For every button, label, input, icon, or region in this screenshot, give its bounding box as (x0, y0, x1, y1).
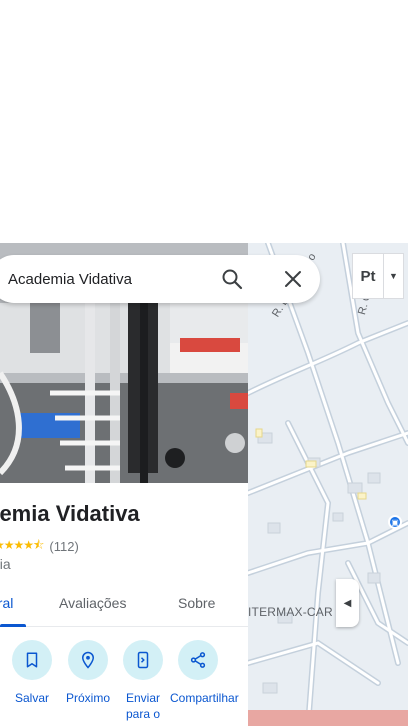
map-roads (248, 243, 408, 726)
tab-reviews[interactable]: Avaliações (59, 595, 126, 611)
bookmark-icon (26, 652, 38, 668)
send-label: Enviar para o (125, 691, 161, 721)
nearby-button-circle[interactable] (68, 640, 108, 680)
share-button[interactable]: Compartilhar (170, 640, 239, 706)
nearby-button[interactable]: Próximo (62, 640, 114, 706)
nearby-icon (81, 651, 95, 669)
rating-count[interactable]: (112) (49, 539, 78, 554)
place-title: demia Vidativa (0, 501, 140, 526)
action-buttons: Salvar Próximo Enviar para o Compartilha… (0, 640, 248, 726)
send-to-phone-icon (137, 651, 149, 669)
save-label: Salvar (14, 691, 49, 705)
bus-stop-icon[interactable]: ▣ (388, 515, 402, 529)
close-icon[interactable] (281, 267, 305, 291)
place-tabs: eral Avaliações Sobre (0, 587, 248, 627)
share-button-circle[interactable] (178, 640, 218, 680)
layers-button[interactable]: Pt (352, 253, 384, 299)
chevron-left-icon: ◀ (343, 597, 352, 609)
share-icon (190, 652, 206, 668)
collapse-panel-button[interactable]: ◀ (336, 579, 359, 627)
search-icon[interactable] (220, 267, 244, 291)
tab-overview[interactable]: eral (0, 595, 13, 611)
rating-stars-icon: ★★★★⯪ (0, 538, 44, 552)
active-tab-indicator (0, 624, 26, 627)
save-button-circle[interactable] (12, 640, 52, 680)
search-input[interactable] (8, 269, 208, 289)
map-area-highlight (248, 710, 408, 726)
share-label: Compartilhar (170, 691, 239, 705)
place-category[interactable]: nia (0, 556, 11, 572)
nearby-label: Próximo (65, 691, 110, 705)
send-button-circle[interactable] (123, 640, 163, 680)
save-button[interactable]: Salvar (6, 640, 58, 706)
blank-area (0, 0, 408, 243)
map-canvas[interactable]: R. Dom Basilio R. C ITERMAX-CAR ▣ (248, 243, 408, 726)
rating-row[interactable]: ★★★★⯪ (112) (0, 536, 79, 557)
tab-about[interactable]: Sobre (178, 595, 215, 611)
map-place-label[interactable]: ITERMAX-CAR (248, 605, 333, 619)
search-box[interactable] (0, 255, 320, 303)
send-to-phone-button[interactable]: Enviar para o (117, 640, 169, 722)
chevron-down-icon[interactable]: ▼ (384, 253, 404, 299)
